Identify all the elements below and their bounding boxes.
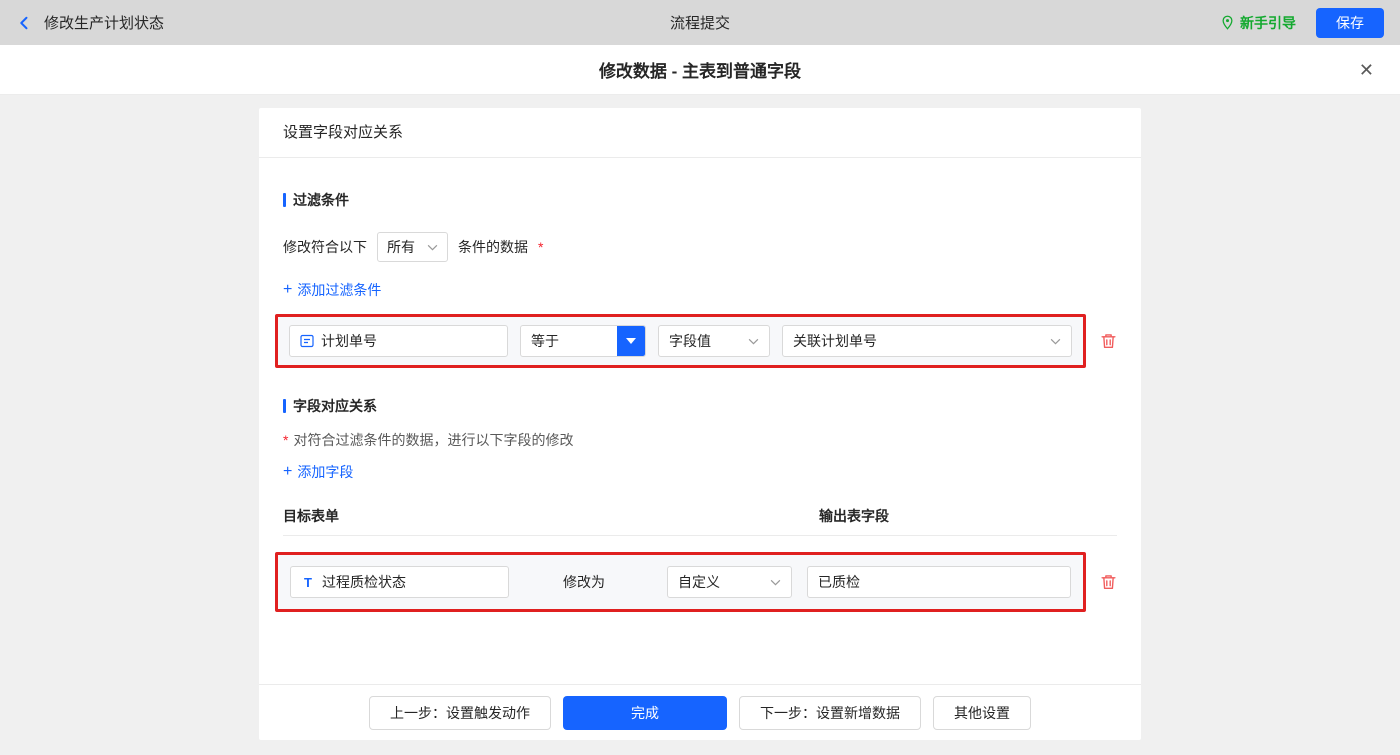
value-field-select[interactable]: 关联计划单号 <box>782 325 1072 357</box>
operator-dropdown-button[interactable] <box>617 326 645 356</box>
mapping-column-headers: 目标表单 输出表字段 <box>283 506 1117 536</box>
target-form-column-header: 目标表单 <box>283 508 339 524</box>
mapping-description-text: 对符合过滤条件的数据，进行以下字段的修改 <box>293 430 573 450</box>
page-title: 修改生产计划状态 <box>44 12 164 33</box>
guide-label: 新手引导 <box>1240 13 1296 33</box>
mapping-section-label: 字段对应关系 <box>293 396 377 416</box>
close-icon[interactable]: ✕ <box>1359 61 1374 79</box>
filter-section-label: 过滤条件 <box>293 190 349 210</box>
target-field-value: 过程质检状态 <box>322 572 406 592</box>
add-filter-condition-link[interactable]: + 添加过滤条件 <box>283 280 381 300</box>
chevron-down-icon <box>1042 338 1061 345</box>
delete-filter-icon[interactable] <box>1100 332 1117 350</box>
form-field-icon <box>300 334 314 348</box>
caret-down-icon <box>626 338 636 344</box>
match-mode-select[interactable]: 所有 <box>377 232 448 262</box>
card-content: 过滤条件 修改符合以下 所有 条件的数据 * + 添加过滤条件 <box>259 158 1141 612</box>
settings-card: 设置字段对应关系 过滤条件 修改符合以下 所有 条件的数据 * <box>259 108 1141 740</box>
filter-condition-row: 计划单号 等于 字段值 关联计划 <box>283 314 1117 368</box>
delete-mapping-icon[interactable] <box>1100 573 1117 591</box>
annotation-highlight-mapping: T 过程质检状态 修改为 自定义 已质检 <box>275 552 1086 612</box>
text-field-icon: T <box>301 575 315 590</box>
chevron-down-icon <box>762 579 781 586</box>
required-mark: * <box>283 432 288 448</box>
add-filter-label: 添加过滤条件 <box>297 280 381 300</box>
card-header: 设置字段对应关系 <box>259 108 1141 158</box>
card-footer: 上一步：设置触发动作 完成 下一步：设置新增数据 其他设置 <box>259 684 1141 740</box>
add-field-link[interactable]: + 添加字段 <box>283 462 353 482</box>
mapping-value-type-select[interactable]: 自定义 <box>667 566 792 598</box>
other-settings-button[interactable]: 其他设置 <box>933 696 1031 730</box>
mapping-row: T 过程质检状态 修改为 自定义 已质检 <box>283 552 1117 612</box>
dialog-title: 修改数据 - 主表到普通字段 <box>599 57 801 82</box>
mapping-value-text: 已质检 <box>818 572 860 592</box>
target-field-select[interactable]: T 过程质检状态 <box>290 566 509 598</box>
match-mode-value: 所有 <box>387 237 415 257</box>
topbar-center-title: 流程提交 <box>0 12 1400 33</box>
value-field-value: 关联计划单号 <box>793 331 877 351</box>
match-suffix-label: 条件的数据 <box>458 237 528 257</box>
plus-icon: + <box>283 282 292 298</box>
dialog-header: 修改数据 - 主表到普通字段 ✕ <box>0 45 1400 95</box>
operator-value: 等于 <box>531 331 559 351</box>
chevron-down-icon <box>419 244 438 251</box>
filter-match-line: 修改符合以下 所有 条件的数据 * <box>283 232 1117 262</box>
topbar-right: 新手引导 保存 <box>1220 8 1384 38</box>
save-button[interactable]: 保存 <box>1316 8 1384 38</box>
plus-icon: + <box>283 464 292 480</box>
value-type-value: 字段值 <box>669 331 711 351</box>
modify-to-label: 修改为 <box>563 572 605 592</box>
filter-field-value: 计划单号 <box>321 331 377 351</box>
location-pin-icon <box>1220 15 1235 30</box>
operator-select[interactable]: 等于 <box>520 325 646 357</box>
topbar-left: 修改生产计划状态 <box>16 12 164 33</box>
mapping-value-input[interactable]: 已质检 <box>807 566 1071 598</box>
topbar: 修改生产计划状态 流程提交 新手引导 保存 <box>0 0 1400 45</box>
output-field-column-header: 输出表字段 <box>819 506 889 526</box>
back-icon[interactable] <box>16 14 34 32</box>
spacer <box>259 612 1141 684</box>
done-button[interactable]: 完成 <box>563 696 727 730</box>
add-field-label: 添加字段 <box>297 462 353 482</box>
section-marker <box>283 399 286 413</box>
annotation-highlight-filter: 计划单号 等于 字段值 关联计划 <box>275 314 1086 368</box>
value-type-select[interactable]: 字段值 <box>658 325 770 357</box>
beginner-guide-link[interactable]: 新手引导 <box>1220 13 1296 33</box>
match-prefix-label: 修改符合以下 <box>283 237 367 257</box>
filter-field-select[interactable]: 计划单号 <box>289 325 508 357</box>
required-mark: * <box>538 239 543 255</box>
prev-step-button[interactable]: 上一步：设置触发动作 <box>369 696 551 730</box>
dialog-body: 设置字段对应关系 过滤条件 修改符合以下 所有 条件的数据 * <box>0 95 1400 754</box>
mapping-description: * 对符合过滤条件的数据，进行以下字段的修改 <box>283 430 1117 450</box>
mapping-section-title: 字段对应关系 <box>283 396 1117 416</box>
next-step-button[interactable]: 下一步：设置新增数据 <box>739 696 921 730</box>
mapping-value-type-value: 自定义 <box>678 572 720 592</box>
chevron-down-icon <box>740 338 759 345</box>
filter-section-title: 过滤条件 <box>283 190 1117 210</box>
section-marker <box>283 193 286 207</box>
